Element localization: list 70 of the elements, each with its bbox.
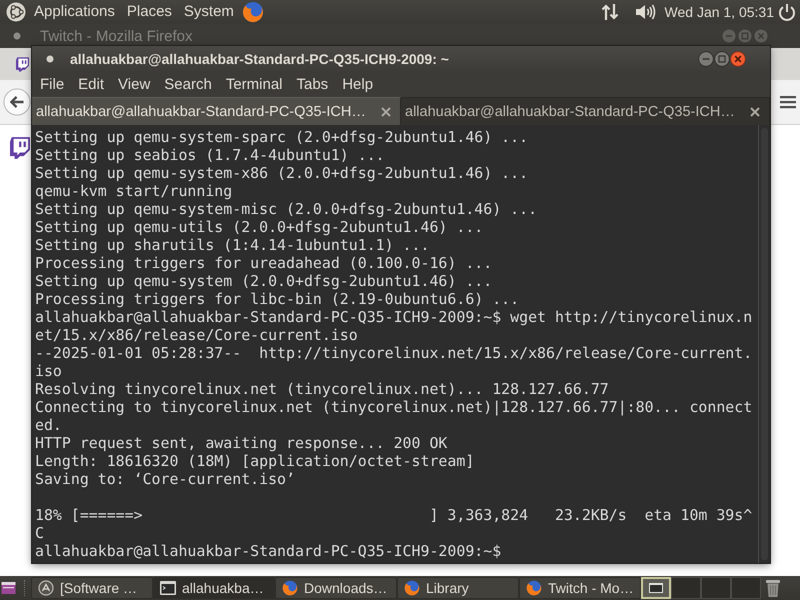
terminal-line: iso — [35, 362, 62, 380]
maximize-button[interactable] — [714, 51, 730, 67]
window-title: allahuakbar@allahuakbar-Standard-PC-Q35-ICH9-2009: ~ — [70, 51, 449, 67]
terminal-line: 18% [======> ] 3,363,824 23.2KB/s eta 10m 39s^ — [35, 506, 752, 524]
menu-icon[interactable] — [780, 95, 796, 109]
dot-icon — [13, 32, 21, 40]
browser-icon — [282, 580, 298, 596]
menu-item[interactable]: Tabs — [290, 74, 336, 96]
terminal-line: Processing triggers for libc-bin (2.19-0ubuntu6.6) ... — [35, 290, 520, 308]
terminal-line: Setting up qemu-system-misc (2.0.0+dfsg-2ubuntu1.46) ... — [35, 200, 538, 218]
menu-item[interactable]: Terminal — [218, 74, 290, 96]
tab[interactable]: allahuakbar@allahuakbar-Standard-PC-Q35-ICH… — [401, 97, 770, 125]
workspace-tile[interactable] — [701, 577, 731, 599]
logo-icon[interactable] — [10, 137, 30, 159]
taskbar-button[interactable]: allahuakba… — [153, 577, 275, 599]
terminal-line: Setting up sharutils (1:4.14-1ubuntu1.1) ... — [35, 236, 430, 254]
minimize-button[interactable] — [698, 51, 714, 67]
browser-icon — [526, 580, 542, 596]
window-title: Twitch - Mozilla Firefox — [40, 28, 193, 44]
scrollbar[interactable] — [758, 125, 770, 563]
updater-icon — [38, 580, 54, 596]
tab[interactable]: allahuakbar@allahuakbar-Standard-PC-Q35-ICH… — [32, 97, 401, 125]
taskbar-button[interactable]: [Software … — [31, 577, 153, 599]
browser-icon — [404, 580, 420, 596]
menu-item[interactable]: Search — [157, 74, 219, 96]
ubuntu-logo-icon[interactable] — [6, 2, 26, 22]
panel-menu[interactable]: Places — [120, 1, 178, 23]
panel-menu[interactable]: Applications — [28, 1, 121, 23]
terminal-line: allahuakbar@allahuakbar-Standard-PC-Q35-ICH9-2009:~$ wget http://tinycorelinux.n — [35, 308, 752, 326]
panel-menu[interactable]: System — [178, 1, 240, 23]
browser-icon[interactable] — [242, 1, 264, 23]
tab-close-button[interactable] — [380, 106, 392, 118]
workspace-tile[interactable] — [671, 577, 701, 599]
menu-item[interactable]: File — [33, 74, 72, 96]
workspace-tile[interactable] — [731, 577, 761, 599]
terminal-line: ed. — [35, 416, 62, 434]
menu-item[interactable]: View — [111, 74, 158, 96]
terminal-line: Connecting to tinycorelinux.net (tinycorelinux.net)|128.127.66.77|:80... connect — [35, 398, 752, 416]
volume-icon[interactable] — [634, 3, 657, 21]
show-desktop-icon[interactable] — [1, 581, 16, 595]
terminal-line: Setting up qemu-system-x86 (2.0.0+dfsg-2ubuntu1.46) ... — [35, 164, 528, 182]
dot-icon — [46, 55, 54, 63]
close-button[interactable] — [730, 51, 746, 67]
taskbar-button[interactable]: Library — [397, 577, 519, 599]
taskbar-button[interactable]: Twitch - Mo… — [519, 577, 641, 599]
terminal-line: Resolving tinycorelinux.net (tinycorelinux.net)... 128.127.66.77 — [35, 380, 609, 398]
terminal-line: qemu-kvm start/running — [35, 182, 232, 200]
terminal-line: HTTP request sent, awaiting response... 200 OK — [35, 434, 448, 452]
terminal-line: Setting up qemu-system (2.0.0+dfsg-2ubuntu1.46) ... — [35, 272, 492, 290]
taskbar-button[interactable]: Downloads… — [275, 577, 397, 599]
terminal-line: Setting up qemu-utils (2.0.0+dfsg-2ubuntu1.46) ... — [35, 218, 484, 236]
terminal-line: Length: 18616320 (18M) [application/octet-stream] — [35, 452, 474, 470]
menu-item[interactable]: Edit — [71, 74, 112, 96]
terminal-line: Saving to: ‘Core-current.iso’ — [35, 470, 295, 488]
back-button[interactable] — [3, 88, 31, 116]
clock[interactable]: Wed Jan 1, 05:31 — [662, 1, 776, 23]
terminal-line: Setting up qemu-system-sparc (2.0+dfsg-2ubuntu1.46) ... — [35, 128, 528, 146]
trash-icon[interactable] — [765, 578, 781, 598]
tab-close-button[interactable] — [749, 106, 761, 118]
terminal-line: Setting up seabios (1.7.4-4ubuntu1) ... — [35, 146, 385, 164]
tab-favicon-icon[interactable] — [16, 56, 29, 72]
network-icon[interactable] — [600, 3, 619, 21]
terminal-line: et/15.x/x86/release/Core-current.iso — [35, 326, 358, 344]
terminal-line: Processing triggers for ureadahead (0.100.0-16) ... — [35, 254, 492, 272]
power-icon[interactable] — [778, 3, 796, 21]
terminal-icon — [160, 580, 176, 596]
terminal-line: --2025-01-01 05:28:37-- http://tinycorelinux.net/15.x/x86/release/Core-current. — [35, 344, 752, 362]
terminal-line: C — [35, 524, 44, 542]
terminal-line: allahuakbar@allahuakbar-Standard-PC-Q35-ICH9-2009:~$ — [35, 542, 502, 560]
menu-item[interactable]: Help — [335, 74, 380, 96]
